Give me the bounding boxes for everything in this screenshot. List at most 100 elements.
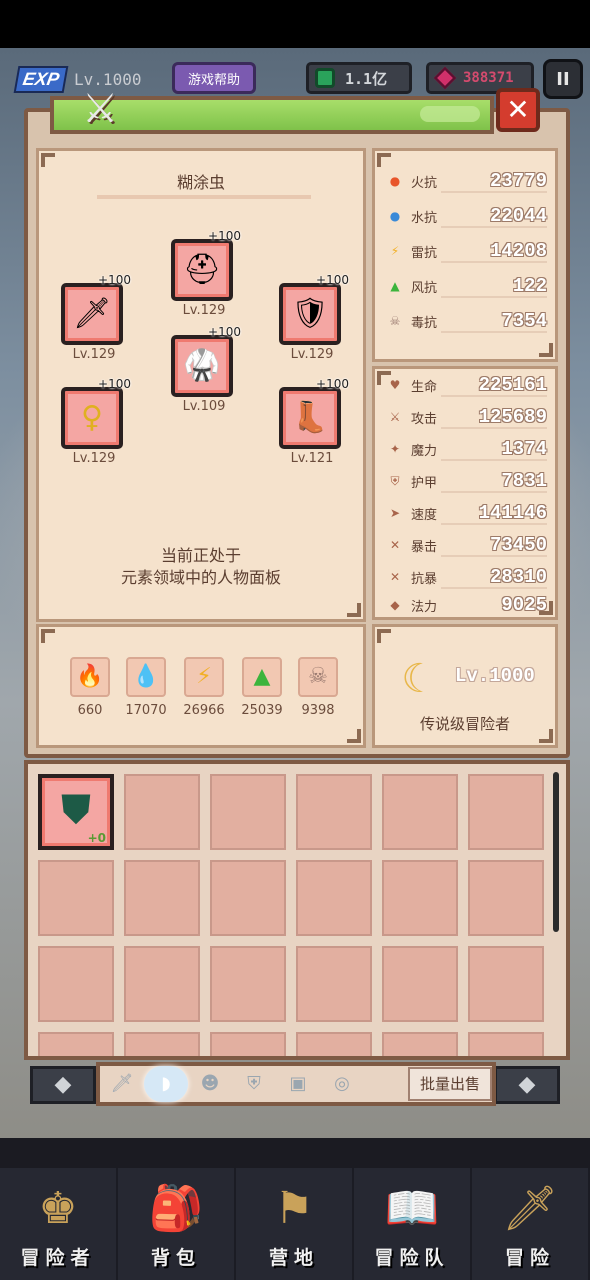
stat-value: 73450 <box>489 534 547 556</box>
nav-label: 冒险者 <box>20 1247 96 1269</box>
team-nav-icon: 📖 <box>384 1183 440 1234</box>
inventory-slot[interactable] <box>210 1032 286 1056</box>
tab-armor[interactable]: ◗ <box>144 1066 188 1102</box>
inventory-slot[interactable] <box>296 1032 372 1056</box>
inventory-slot[interactable] <box>382 1032 458 1056</box>
inventory-slot[interactable] <box>124 1032 200 1056</box>
inventory-slot[interactable] <box>468 774 544 850</box>
stat-value: 225161 <box>478 374 547 396</box>
nav-adventure[interactable]: 🗡 冒险 <box>472 1168 590 1280</box>
realm-message-line2: 元素领域中的人物面板 <box>120 568 281 587</box>
inventory-slot[interactable] <box>296 860 372 936</box>
inventory-slot[interactable] <box>210 774 286 850</box>
stat-row-speed: ➤ 速度 141146 <box>387 499 547 527</box>
tab-helmets[interactable]: ☻ <box>188 1066 232 1102</box>
slot-level: Lv.121 <box>290 451 334 466</box>
stat-underline <box>441 587 547 589</box>
stat-row-crit-resist: ✕ 抗暴 28310 <box>387 563 547 591</box>
inventory-slot[interactable] <box>38 1032 114 1056</box>
right-arrow-decoration: ◆ <box>494 1066 560 1104</box>
equip-slot-helmet[interactable]: ⛑ +100 <box>171 229 241 301</box>
stat-underline <box>441 261 547 263</box>
speed-icon: ➤ <box>389 506 401 520</box>
inventory-slot[interactable] <box>210 946 286 1022</box>
game-help-button[interactable]: 游戏帮助 <box>172 62 256 94</box>
inventory-slot[interactable] <box>38 946 114 1022</box>
shield-icon: 🛡 <box>290 296 330 331</box>
ruby-amount: 388371 <box>463 70 514 86</box>
chest-tab-icon: ⛨ <box>247 1073 261 1094</box>
inventory-slot[interactable] <box>382 946 458 1022</box>
inventory-slot[interactable] <box>468 860 544 936</box>
armor-icon: 🥋 <box>183 348 221 383</box>
inventory-item-shield[interactable]: ⛊ +0 <box>38 774 114 850</box>
stat-underline <box>441 459 547 461</box>
realm-message: 当前正处于 元素领域中的人物面板 <box>39 545 363 589</box>
nav-camp[interactable]: ⚑ 营地 <box>236 1168 354 1280</box>
inventory-slot[interactable] <box>382 774 458 850</box>
item-enhance-level: +0 <box>87 831 106 845</box>
tab-accessories[interactable]: ▣ <box>276 1066 320 1102</box>
tab-weapons[interactable]: 🗡 <box>100 1066 144 1102</box>
equip-slot-boots[interactable]: 👢 +100 <box>279 377 349 449</box>
stat-row-fire-resist: ● 火抗 23779 <box>387 167 547 195</box>
stat-value: 1374 <box>501 438 547 460</box>
element-value: 9398 <box>301 703 335 718</box>
stat-label: 抗暴 <box>411 571 438 587</box>
helmet-tab-icon: ☻ <box>200 1073 220 1094</box>
inventory-slot[interactable] <box>124 774 200 850</box>
stat-value: 9025 <box>501 594 547 616</box>
wind-resist-icon: ▲ <box>390 279 400 293</box>
stat-underline <box>441 395 547 397</box>
gem-currency: 1.1亿 <box>306 62 412 94</box>
backpack-nav-icon: 🎒 <box>148 1183 204 1234</box>
inventory-scrollbar[interactable] <box>553 772 559 932</box>
nav-backpack[interactable]: 🎒 背包 <box>118 1168 236 1280</box>
stat-underline <box>441 226 547 228</box>
inventory-slot[interactable] <box>382 860 458 936</box>
inventory-slot[interactable] <box>468 1032 544 1056</box>
enhance-level: +100 <box>98 273 131 287</box>
camp-nav-icon: ⚑ <box>274 1183 314 1234</box>
stat-label: 速度 <box>411 507 438 523</box>
inventory-category-tabs: 🗡 ◗ ☻ ⛨ ▣ ◎ 批量出售 <box>96 1062 496 1106</box>
crit-resist-icon: ✕ <box>389 570 401 584</box>
element-card: 🔥 660 💧 17070 ⚡ 26966 ▲ 25039 ☠ 9398 <box>36 624 366 748</box>
element-thunder: ⚡ 26966 <box>181 657 227 718</box>
inventory-slot[interactable] <box>296 774 372 850</box>
inventory-slot[interactable] <box>296 946 372 1022</box>
pause-button[interactable]: II <box>543 59 583 99</box>
poison-resist-icon: ☠ <box>389 314 401 328</box>
nav-team[interactable]: 📖 冒险队 <box>354 1168 472 1280</box>
bulk-sell-button[interactable]: 批量出售 <box>407 1067 492 1101</box>
equip-slot-armor[interactable]: 🥋 +100 <box>171 325 241 397</box>
status-bar-area <box>0 0 590 48</box>
inventory-slot[interactable] <box>38 860 114 936</box>
inventory-slot[interactable] <box>210 860 286 936</box>
slot-level: Lv.109 <box>182 399 226 414</box>
inventory-slot[interactable] <box>468 946 544 1022</box>
fire-element-icon: 🔥 <box>70 657 110 697</box>
inventory-slot[interactable] <box>124 860 200 936</box>
inventory-slot[interactable] <box>124 946 200 1022</box>
stat-value: 22044 <box>489 205 547 227</box>
close-button[interactable]: ✕ <box>496 88 540 132</box>
equip-slot-necklace[interactable]: ♀ +100 <box>61 377 131 449</box>
equip-slot-shield[interactable]: 🛡 +100 <box>279 273 349 345</box>
tab-rings[interactable]: ◎ <box>320 1066 364 1102</box>
equip-slot-weapon[interactable]: 🗡 +100 <box>61 273 131 345</box>
stat-underline <box>441 191 547 193</box>
rank-card: ☾ Lv.1000 传说级冒险者 <box>372 624 558 748</box>
element-value: 660 <box>77 703 103 718</box>
thunder-resist-icon: ⚡ <box>390 244 400 258</box>
element-fire: 🔥 660 <box>67 657 113 718</box>
stat-value: 7831 <box>501 470 547 492</box>
stat-row-thunder-resist: ⚡ 雷抗 14208 <box>387 237 547 265</box>
nav-label: 冒险 <box>504 1247 555 1269</box>
slot-level: Lv.129 <box>182 303 226 318</box>
slot-level: Lv.129 <box>72 347 116 362</box>
tab-chest[interactable]: ⛨ <box>232 1066 276 1102</box>
slot-level: Lv.129 <box>290 347 334 362</box>
nav-adventurer[interactable]: ♚ 冒险者 <box>0 1168 118 1280</box>
stat-row-poison-resist: ☠ 毒抗 7354 <box>387 307 547 335</box>
